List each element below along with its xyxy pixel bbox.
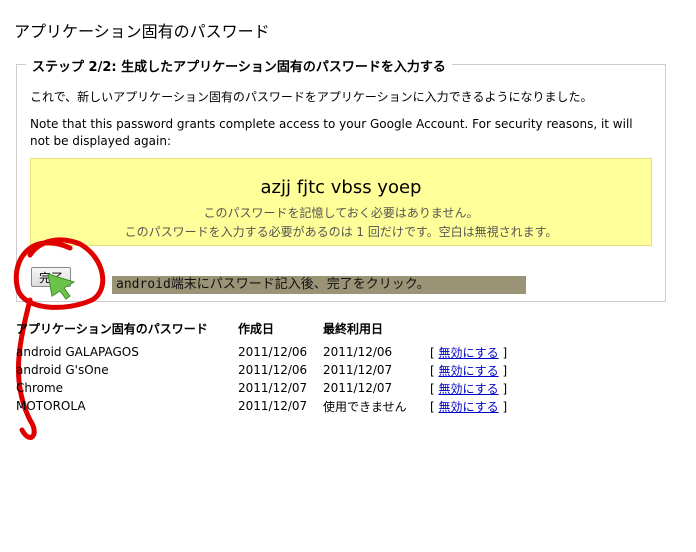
app-name: android G'sOne — [16, 363, 109, 377]
last-used-date: 2011/12/06 — [323, 345, 393, 359]
revoke-link[interactable]: 無効にする — [439, 364, 499, 378]
header-created: 作成日 — [238, 322, 275, 336]
generated-password: azjj fjtc vbss yoep — [260, 177, 422, 198]
header-action — [430, 320, 550, 343]
last-used-date: 使用できません — [323, 399, 407, 414]
app-name: MOTOROLA — [16, 399, 86, 413]
password-note-1: このパスワードを記憶しておく必要はありません。 — [203, 206, 479, 220]
revoke-link[interactable]: 無効にする — [439, 346, 499, 360]
header-last-used: 最終利用日 — [323, 322, 384, 336]
app-name: Chrome — [16, 381, 64, 395]
created-date: 2011/12/07 — [238, 399, 308, 413]
table-row: Chrome 2011/12/07 2011/12/07 [ 無効にする ] — [16, 381, 508, 396]
done-button[interactable]: 完了 — [31, 267, 71, 287]
header-app-password: アプリケーション固有のパスワード — [16, 322, 208, 336]
revoke-link[interactable]: 無効にする — [439, 400, 499, 414]
password-note-2: このパスワードを入力する必要があるのは 1 回だけです。空白は無視されます。 — [124, 225, 558, 239]
step-legend: ステップ 2/2: 生成したアプリケーション固有のパスワードを入力する — [26, 56, 452, 75]
step-description: これで、新しいアプリケーション固有のパスワードをアプリケーションに入力できるよう… — [30, 90, 593, 104]
created-date: 2011/12/06 — [238, 345, 308, 359]
table-header-row: アプリケーション固有のパスワード 作成日 最終利用日 — [16, 320, 550, 343]
last-used-date: 2011/12/07 — [323, 381, 393, 395]
annotation-caption: android端末にパスワード記入後、完了をクリック。 — [112, 276, 526, 294]
table-row: android G'sOne 2011/12/06 2011/12/07 [ 無… — [16, 363, 508, 378]
last-used-date: 2011/12/07 — [323, 363, 393, 377]
password-box: azjj fjtc vbss yoep このパスワードを記憶しておく必要はありま… — [30, 158, 652, 246]
revoke-link[interactable]: 無効にする — [439, 382, 499, 396]
created-date: 2011/12/06 — [238, 363, 308, 377]
security-note: Note that this password grants complete … — [30, 117, 633, 148]
page-title: アプリケーション固有のパスワード — [14, 22, 270, 41]
table-row: android GALAPAGOS 2011/12/06 2011/12/06 … — [16, 345, 508, 360]
app-password-table: アプリケーション固有のパスワード 作成日 最終利用日 android GALAP… — [16, 320, 550, 415]
table-row: MOTOROLA 2011/12/07 使用できません [ 無効にする ] — [16, 399, 508, 414]
created-date: 2011/12/07 — [238, 381, 308, 395]
app-name: android GALAPAGOS — [16, 345, 139, 359]
